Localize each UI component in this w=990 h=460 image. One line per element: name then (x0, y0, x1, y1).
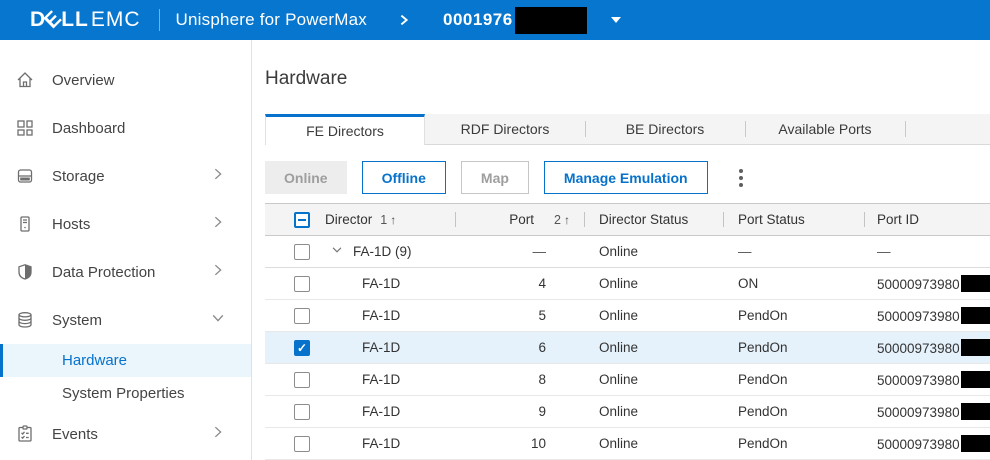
column-header-port-status[interactable]: Port Status (723, 204, 864, 235)
more-options-icon[interactable] (733, 165, 749, 191)
sidebar-item-events[interactable]: Events (0, 410, 251, 458)
row-checkbox-checked[interactable] (294, 339, 310, 356)
redacted-port-id (960, 435, 990, 452)
sidebar-item-hosts[interactable]: Hosts (0, 200, 251, 248)
chevron-down-icon (211, 311, 225, 330)
sort-indicator-port: 2 ↑ (554, 212, 570, 227)
emc-wordmark: EMC (90, 8, 141, 31)
row-checkbox[interactable] (294, 243, 310, 260)
redacted-port-id (960, 275, 990, 292)
tab-available-ports[interactable]: Available Ports (745, 114, 905, 144)
tab-fe-directors[interactable]: FE Directors (265, 114, 425, 145)
product-title: Unisphere for PowerMax (175, 10, 367, 29)
row-checkbox[interactable] (294, 371, 310, 388)
chevron-right-icon (211, 263, 225, 282)
row-checkbox[interactable] (294, 307, 310, 324)
events-icon (15, 424, 35, 444)
storage-icon (15, 166, 35, 186)
column-header-port[interactable]: Port 2 ↑ (455, 204, 584, 235)
sidebar-item-system-properties[interactable]: System Properties (0, 377, 251, 410)
redacted-port-id (960, 307, 990, 324)
app-header-bar: DELL EMC Unisphere for PowerMax 0001976 (0, 0, 990, 40)
map-button[interactable]: Map (460, 161, 529, 194)
dell-wordmark: DELL (30, 6, 89, 34)
sidebar-item-dashboard[interactable]: Dashboard (0, 104, 251, 152)
tab-bar: FE Directors RDF Directors BE Directors … (265, 114, 990, 145)
expander-chevron-icon[interactable] (330, 243, 344, 260)
table-row-port-6-selected[interactable]: FA-1D 6 Online PendOn 50000973980 (265, 332, 990, 364)
redacted-array-id (514, 6, 587, 34)
unisphere-app: DELL EMC Unisphere for PowerMax 0001976 … (0, 0, 990, 460)
column-header-director[interactable]: Director 1 ↑ (318, 204, 455, 235)
offline-button[interactable]: Offline (361, 161, 446, 194)
array-selector[interactable]: 0001976 (443, 6, 621, 34)
actions-toolbar: Online Offline Map Manage Emulation (265, 161, 990, 194)
home-icon (15, 70, 35, 90)
dashboard-icon (15, 118, 35, 138)
sidebar-item-overview[interactable]: Overview (0, 56, 251, 104)
chevron-right-icon (211, 167, 225, 186)
table-row-port-8[interactable]: FA-1D 8 Online PendOn 50000973980 (265, 364, 990, 396)
sort-indicator-director: 1 ↑ (380, 212, 397, 227)
tab-rdf-directors[interactable]: RDF Directors (425, 114, 585, 144)
table-row-port-5[interactable]: FA-1D 5 Online PendOn 50000973980 (265, 300, 990, 332)
chevron-right-icon (211, 215, 225, 234)
row-checkbox[interactable] (294, 403, 310, 420)
redacted-port-id (960, 371, 990, 388)
array-id: 0001976 (443, 10, 513, 29)
table-header-row: Director 1 ↑ Port 2 ↑ Director Status Port… (265, 204, 990, 236)
redacted-port-id (960, 339, 990, 356)
row-checkbox[interactable] (294, 435, 310, 452)
hosts-icon (15, 214, 35, 234)
main-content: Hardware FE Directors RDF Directors BE D… (252, 40, 990, 460)
sidebar-item-hardware[interactable]: Hardware (0, 344, 251, 377)
directors-table: Director 1 ↑ Port 2 ↑ Director Status Port… (265, 203, 990, 460)
table-row-port-9[interactable]: FA-1D 9 Online PendOn 50000973980 (265, 396, 990, 428)
manage-emulation-button[interactable]: Manage Emulation (543, 161, 708, 194)
column-header-port-id[interactable]: Port ID (864, 204, 990, 235)
sidebar-nav: Overview Dashboard Storage Hosts Data Pr… (0, 40, 252, 460)
sidebar-item-storage[interactable]: Storage (0, 152, 251, 200)
chevron-right-icon (211, 425, 225, 444)
column-header-director-status[interactable]: Director Status (584, 204, 723, 235)
table-row-port-4[interactable]: FA-1D 4 Online ON 50000973980 (265, 268, 990, 300)
table-row-port-10[interactable]: FA-1D 10 Online PendOn 50000973980 (265, 428, 990, 460)
sidebar-item-data-protection[interactable]: Data Protection (0, 248, 251, 296)
tab-bar-filler (905, 114, 990, 144)
sidebar-item-system[interactable]: System (0, 296, 251, 344)
page-title: Hardware (265, 68, 348, 89)
breadcrumb-chevron-icon (397, 13, 411, 27)
table-group-row-fa-1d[interactable]: FA-1D (9) — Online — — (265, 236, 990, 268)
array-selector-caret-icon (610, 17, 621, 23)
shield-icon (15, 262, 35, 282)
tab-be-directors[interactable]: BE Directors (585, 114, 745, 144)
select-all-checkbox[interactable] (294, 211, 310, 228)
online-button[interactable]: Online (265, 161, 347, 194)
redacted-port-id (960, 403, 990, 420)
row-checkbox[interactable] (294, 275, 310, 292)
header-divider (158, 9, 160, 31)
system-icon (15, 310, 35, 330)
dell-emc-logo: DELL EMC (30, 6, 141, 34)
